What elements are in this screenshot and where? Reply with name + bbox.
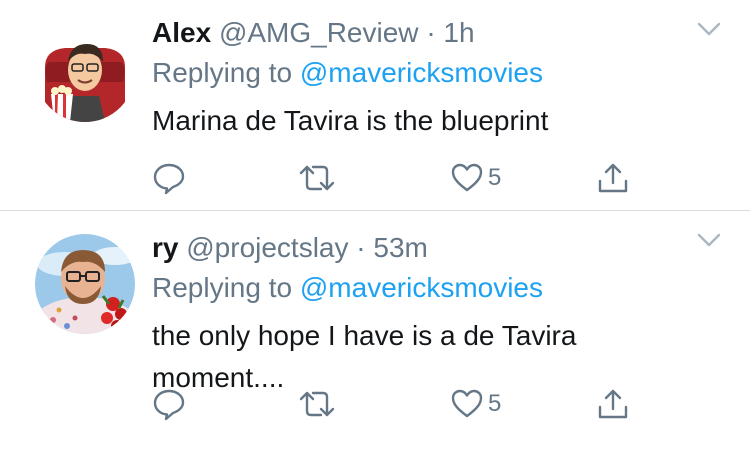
retweet-icon — [297, 161, 337, 195]
avatar[interactable] — [35, 234, 135, 334]
tweet-header: ry @projectslay · 53m — [152, 229, 680, 267]
user-handle[interactable]: @projectslay — [186, 232, 348, 263]
retweet-button[interactable] — [297, 384, 337, 424]
retweet-icon — [297, 387, 337, 421]
mention-link[interactable]: @mavericksmovies — [300, 57, 543, 88]
share-icon — [596, 161, 630, 195]
tweet-header: Alex @AMG_Review · 1h — [152, 14, 680, 52]
tweet-content: Alex @AMG_Review · 1h Replying to @maver… — [152, 14, 680, 142]
separator-dot: · — [426, 17, 436, 48]
like-button[interactable]: 5 — [450, 158, 501, 198]
tweet-content: ry @projectslay · 53m Replying to @maver… — [152, 229, 680, 399]
avatar[interactable] — [35, 22, 135, 122]
display-name[interactable]: Alex — [152, 17, 211, 48]
tweet-2[interactable]: ry @projectslay · 53m Replying to @maver… — [0, 210, 750, 464]
chevron-down-icon[interactable] — [696, 16, 722, 42]
like-count: 5 — [488, 164, 502, 191]
replying-to: Replying to @mavericksmovies — [152, 54, 680, 92]
reply-button[interactable] — [152, 384, 186, 424]
timestamp[interactable]: 53m — [373, 232, 427, 263]
replying-to: Replying to @mavericksmovies — [152, 269, 680, 307]
user-handle[interactable]: @AMG_Review — [219, 17, 419, 48]
tweet-text: Marina de Tavira is the blueprint — [152, 105, 549, 136]
tweet-1[interactable]: Alex @AMG_Review · 1h Replying to @maver… — [0, 0, 750, 210]
like-button[interactable]: 5 — [450, 384, 501, 424]
separator-dot: · — [356, 232, 366, 263]
tweet-actions: 5 — [152, 384, 632, 424]
share-button[interactable] — [596, 158, 630, 198]
replying-prefix: Replying to — [152, 272, 293, 303]
chevron-down-icon[interactable] — [696, 227, 722, 253]
share-button[interactable] — [596, 384, 630, 424]
display-name[interactable]: ry — [152, 232, 178, 263]
mention-link[interactable]: @mavericksmovies — [300, 272, 543, 303]
share-icon — [596, 387, 630, 421]
timestamp[interactable]: 1h — [443, 17, 474, 48]
retweet-button[interactable] — [297, 158, 337, 198]
tweet-actions: 5 — [152, 158, 632, 198]
replying-prefix: Replying to — [152, 57, 293, 88]
like-count: 5 — [488, 390, 502, 417]
reply-icon — [152, 387, 186, 421]
reply-button[interactable] — [152, 158, 186, 198]
like-icon — [450, 161, 484, 195]
like-icon — [450, 387, 484, 421]
reply-icon — [152, 161, 186, 195]
